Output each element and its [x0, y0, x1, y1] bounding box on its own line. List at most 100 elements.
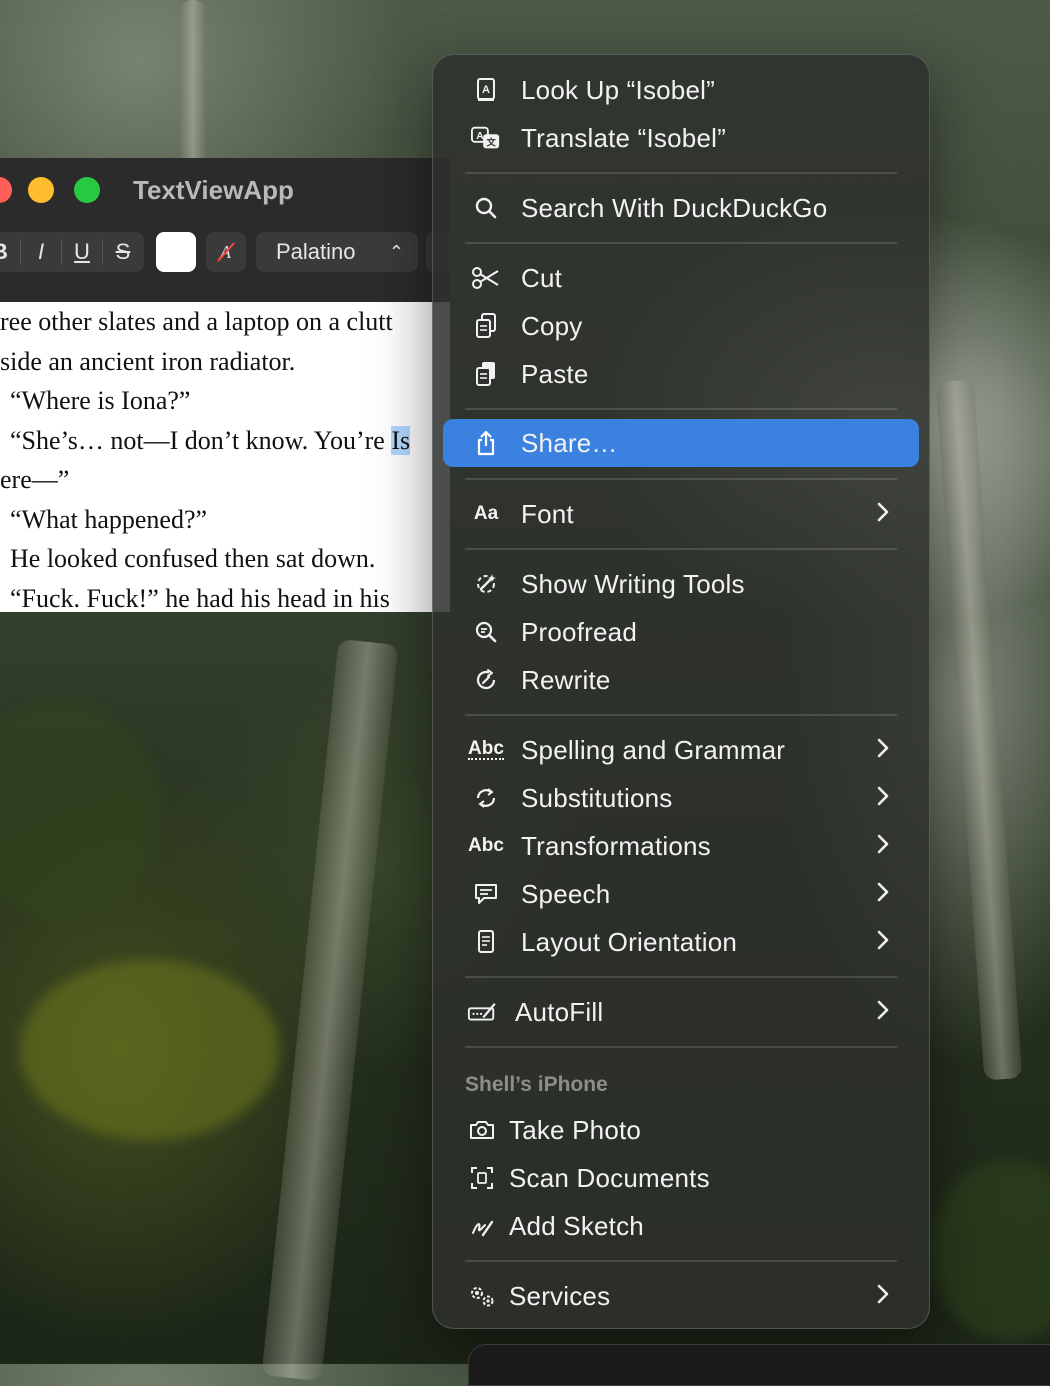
menu-item-label: Proofread: [521, 617, 637, 647]
menu-item-label: Spelling and Grammar: [521, 735, 786, 765]
menu-item-label: AutoFill: [515, 997, 604, 1027]
text-line: ere—”: [0, 465, 70, 494]
abc-label: Abc: [468, 738, 504, 760]
menu-separator: [465, 478, 897, 480]
text-color-well[interactable]: [156, 232, 196, 272]
menu-separator: [465, 242, 897, 244]
strikethrough-button[interactable]: S: [103, 239, 143, 265]
rewrite-icon: [471, 666, 501, 694]
menu-separator: [465, 548, 897, 550]
document-orientation-icon: [471, 928, 501, 956]
menu-item-font[interactable]: Aa Font: [443, 490, 919, 538]
menu-item-scan-documents[interactable]: Scan Documents: [443, 1154, 919, 1202]
chevron-right-icon: [875, 734, 891, 769]
menu-item-cut[interactable]: Cut: [443, 254, 919, 302]
chevron-right-icon: [875, 926, 891, 961]
menu-item-look-up[interactable]: A Look Up “Isobel”: [443, 66, 919, 114]
chevron-right-icon: [875, 782, 891, 817]
font-family-value: Palatino: [276, 239, 356, 264]
menu-item-paste[interactable]: Paste: [443, 350, 919, 398]
bold-button[interactable]: B: [0, 239, 21, 265]
menu-item-label: Cut: [521, 263, 563, 293]
menu-item-substitutions[interactable]: Substitutions: [443, 774, 919, 822]
transformations-abc-icon: Abc: [468, 835, 504, 856]
font-family-popup[interactable]: Palatino ⌃: [256, 232, 418, 272]
app-window: TextViewApp B I U S A Palatino ⌃ ree oth…: [0, 158, 450, 612]
background-foliage: [930, 1160, 1050, 1340]
title-bar: TextViewApp: [0, 158, 450, 224]
menu-item-transformations[interactable]: Abc Transformations: [443, 822, 919, 870]
chevron-right-icon: [875, 996, 891, 1031]
background-tree-trunk: [935, 379, 1023, 1081]
menu-item-speech[interactable]: Speech: [443, 870, 919, 918]
text-view[interactable]: ree other slates and a laptop on a clutt…: [0, 302, 450, 612]
background-tree-trunk: [261, 638, 399, 1382]
menu-item-copy[interactable]: Copy: [443, 302, 919, 350]
menu-item-translate[interactable]: A文 Translate “Isobel”: [443, 114, 919, 162]
share-icon: [471, 429, 501, 457]
search-icon: [471, 194, 501, 222]
speech-bubble-icon: [471, 880, 501, 908]
menu-item-label: Scan Documents: [509, 1163, 710, 1193]
menu-item-label: Translate “Isobel”: [521, 123, 726, 153]
menu-separator: [465, 976, 897, 978]
popup-chevron-icon: ⌃: [388, 242, 404, 262]
menu-item-label: Transformations: [521, 831, 711, 861]
menu-item-spelling-grammar[interactable]: Abc Spelling and Grammar: [443, 726, 919, 774]
text-line: “Where is Iona?”: [10, 386, 191, 415]
text-line: ree other slates and a laptop on a clutt: [0, 307, 393, 336]
menu-item-label: Look Up “Isobel”: [521, 75, 715, 105]
substitutions-icon: [471, 784, 501, 812]
menu-item-label: Add Sketch: [509, 1211, 644, 1241]
text-line: He looked confused then sat down.: [10, 544, 376, 573]
menu-item-rewrite[interactable]: Rewrite: [443, 656, 919, 704]
copy-icon: [471, 312, 501, 340]
menu-item-search-duckduckgo[interactable]: Search With DuckDuckGo: [443, 184, 919, 232]
iphone-section-header: Shell’s iPhone: [465, 1073, 608, 1096]
menu-item-label: Paste: [521, 359, 589, 389]
menu-item-take-photo[interactable]: Take Photo: [443, 1106, 919, 1154]
underline-button[interactable]: U: [62, 239, 103, 265]
menu-separator: [465, 172, 897, 174]
selected-text[interactable]: Is: [391, 425, 411, 455]
italic-button[interactable]: I: [21, 239, 62, 265]
gears-icon: [467, 1282, 497, 1310]
menu-item-label: Font: [521, 499, 574, 529]
close-window-button[interactable]: [0, 177, 12, 203]
text-line: “Fuck. Fuck!” he had his head in his: [10, 583, 390, 613]
menu-item-label: Copy: [521, 311, 583, 341]
menu-item-share[interactable]: Share…: [443, 419, 919, 467]
svg-text:A: A: [482, 84, 490, 96]
scan-document-icon: [467, 1164, 497, 1192]
menu-item-label: Search With DuckDuckGo: [521, 193, 828, 223]
text-line: “What happened?”: [10, 504, 208, 534]
dictionary-icon: A: [471, 76, 501, 104]
menu-item-label: Show Writing Tools: [521, 569, 745, 599]
menu-item-services[interactable]: Services: [443, 1272, 919, 1320]
background-foliage: [20, 960, 280, 1140]
chevron-right-icon: [875, 498, 891, 533]
menu-item-label: Services: [509, 1281, 611, 1311]
context-menu: A Look Up “Isobel” A文 Translate “Isobel”…: [432, 54, 930, 1329]
menu-item-show-writing-tools[interactable]: Show Writing Tools: [443, 560, 919, 608]
menu-item-autofill[interactable]: AutoFill: [443, 988, 919, 1036]
text-line: “She’s… not—I don’t know. You’re Is: [0, 421, 450, 461]
clear-formatting-icon[interactable]: A: [206, 232, 246, 272]
menu-item-label: Share…: [521, 428, 618, 458]
background-foliage: [0, 700, 160, 920]
menu-item-layout-orientation[interactable]: Layout Orientation: [443, 918, 919, 966]
menu-item-add-sketch[interactable]: Add Sketch: [443, 1202, 919, 1250]
menu-separator: [465, 408, 897, 410]
minimize-window-button[interactable]: [28, 177, 54, 203]
menu-separator: [465, 714, 897, 716]
camera-icon: [467, 1116, 497, 1144]
format-toolbar: B I U S A Palatino ⌃: [0, 224, 450, 303]
translate-icon: A文: [471, 124, 501, 152]
scissors-icon: [471, 264, 501, 292]
proofread-icon: [471, 618, 501, 646]
svg-text:文: 文: [485, 137, 496, 148]
background-tree-trunk: [180, 0, 206, 170]
chevron-right-icon: [875, 1280, 891, 1315]
menu-item-proofread[interactable]: Proofread: [443, 608, 919, 656]
zoom-window-button[interactable]: [74, 177, 100, 203]
